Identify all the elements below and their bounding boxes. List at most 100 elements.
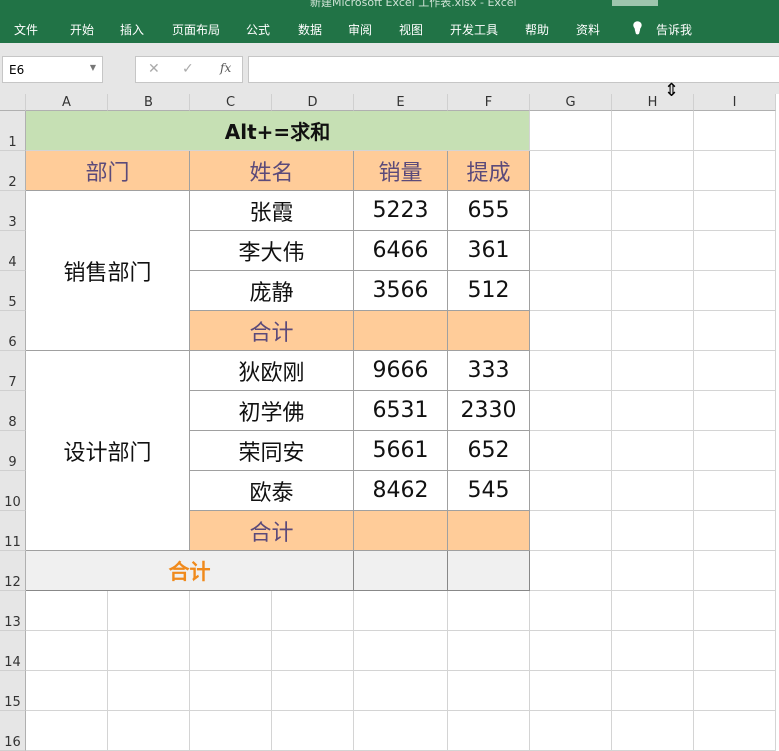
sales-cell[interactable]: 5661	[354, 431, 448, 471]
cell[interactable]	[272, 671, 354, 711]
sales-cell[interactable]: 8462	[354, 471, 448, 511]
cell[interactable]	[694, 151, 776, 191]
row-header-12[interactable]: 12	[0, 551, 26, 591]
commission-cell[interactable]: 2330	[448, 391, 530, 431]
cell[interactable]	[530, 391, 612, 431]
cell[interactable]	[612, 391, 694, 431]
grand-total-sales[interactable]	[354, 551, 448, 591]
sales-cell[interactable]: 5223	[354, 191, 448, 231]
commission-cell[interactable]: 652	[448, 431, 530, 471]
cell[interactable]	[530, 471, 612, 511]
check-icon[interactable]: ✓	[182, 61, 194, 77]
cell[interactable]	[694, 311, 776, 351]
column-header-B[interactable]: B	[108, 94, 190, 111]
cell[interactable]	[694, 271, 776, 311]
header-dept[interactable]: 部门	[26, 151, 190, 191]
cell[interactable]	[26, 631, 108, 671]
tell-me-button[interactable]: 告诉我	[656, 21, 692, 38]
row-header-8[interactable]: 8	[0, 391, 26, 431]
cell[interactable]	[694, 231, 776, 271]
row-header-10[interactable]: 10	[0, 471, 26, 511]
fx-icon[interactable]: fx	[220, 61, 231, 75]
cell[interactable]	[448, 671, 530, 711]
name-cell[interactable]: 初学佛	[190, 391, 354, 431]
cell[interactable]	[530, 431, 612, 471]
cell[interactable]	[694, 471, 776, 511]
cancel-icon[interactable]: ✕	[148, 61, 160, 77]
cell[interactable]	[612, 351, 694, 391]
cell[interactable]	[612, 431, 694, 471]
tab-6[interactable]: 审阅	[348, 21, 372, 38]
subtotal-sales[interactable]	[354, 311, 448, 351]
subtotal-sales[interactable]	[354, 511, 448, 551]
cell[interactable]	[530, 511, 612, 551]
cell[interactable]	[190, 711, 272, 751]
cell[interactable]	[694, 351, 776, 391]
row-header-6[interactable]: 6	[0, 311, 26, 351]
row-header-1[interactable]: 1	[0, 111, 26, 151]
cell[interactable]	[530, 551, 612, 591]
cell[interactable]	[694, 631, 776, 671]
commission-cell[interactable]: 361	[448, 231, 530, 271]
cell[interactable]	[612, 271, 694, 311]
cell[interactable]	[694, 111, 776, 151]
name-box[interactable]: E6 ▼	[2, 56, 103, 83]
subtotal-commission[interactable]	[448, 311, 530, 351]
cell[interactable]	[694, 551, 776, 591]
column-header-A[interactable]: A	[26, 94, 108, 111]
tab-10[interactable]: 资料	[576, 21, 600, 38]
subtotal-label[interactable]: 合计	[190, 311, 354, 351]
cell[interactable]	[530, 591, 612, 631]
row-header-5[interactable]: 5	[0, 271, 26, 311]
select-all-button[interactable]	[0, 94, 26, 111]
login-button[interactable]	[612, 0, 658, 6]
row-header-4[interactable]: 4	[0, 231, 26, 271]
tab-4[interactable]: 公式	[246, 21, 270, 38]
grand-total-label[interactable]: 合计	[26, 551, 354, 591]
row-header-14[interactable]: 14	[0, 631, 26, 671]
tab-9[interactable]: 帮助	[525, 21, 549, 38]
grand-total-commission[interactable]	[448, 551, 530, 591]
column-header-H[interactable]: H	[612, 94, 694, 111]
cell[interactable]	[26, 711, 108, 751]
cell[interactable]	[694, 671, 776, 711]
cell[interactable]	[530, 191, 612, 231]
row-header-7[interactable]: 7	[0, 351, 26, 391]
cell[interactable]	[26, 591, 108, 631]
cell[interactable]	[530, 231, 612, 271]
row-header-9[interactable]: 9	[0, 431, 26, 471]
tab-0[interactable]: 文件	[14, 21, 38, 38]
commission-cell[interactable]: 512	[448, 271, 530, 311]
sales-cell[interactable]: 3566	[354, 271, 448, 311]
cell[interactable]	[190, 631, 272, 671]
cell[interactable]	[694, 711, 776, 751]
cell[interactable]	[354, 591, 448, 631]
cell[interactable]	[448, 631, 530, 671]
cell[interactable]	[108, 591, 190, 631]
cell[interactable]	[26, 671, 108, 711]
column-header-C[interactable]: C	[190, 94, 272, 111]
tab-7[interactable]: 视图	[399, 21, 423, 38]
cell[interactable]	[530, 671, 612, 711]
cell[interactable]	[190, 671, 272, 711]
sales-cell[interactable]: 6466	[354, 231, 448, 271]
column-header-I[interactable]: I	[694, 94, 776, 111]
sales-cell[interactable]: 6531	[354, 391, 448, 431]
cell[interactable]	[108, 631, 190, 671]
name-cell[interactable]: 张霞	[190, 191, 354, 231]
sheet-title[interactable]: Alt+=求和	[26, 111, 530, 151]
row-header-15[interactable]: 15	[0, 671, 26, 711]
cell[interactable]	[530, 711, 612, 751]
cell[interactable]	[354, 671, 448, 711]
name-cell[interactable]: 李大伟	[190, 231, 354, 271]
formula-input[interactable]	[248, 56, 779, 83]
subtotal-label[interactable]: 合计	[190, 511, 354, 551]
chevron-down-icon[interactable]: ▼	[90, 63, 96, 72]
cell[interactable]	[190, 591, 272, 631]
cell[interactable]	[612, 711, 694, 751]
column-header-G[interactable]: G	[530, 94, 612, 111]
commission-cell[interactable]: 655	[448, 191, 530, 231]
cell[interactable]	[448, 711, 530, 751]
cell[interactable]	[272, 631, 354, 671]
row-header-11[interactable]: 11	[0, 511, 26, 551]
